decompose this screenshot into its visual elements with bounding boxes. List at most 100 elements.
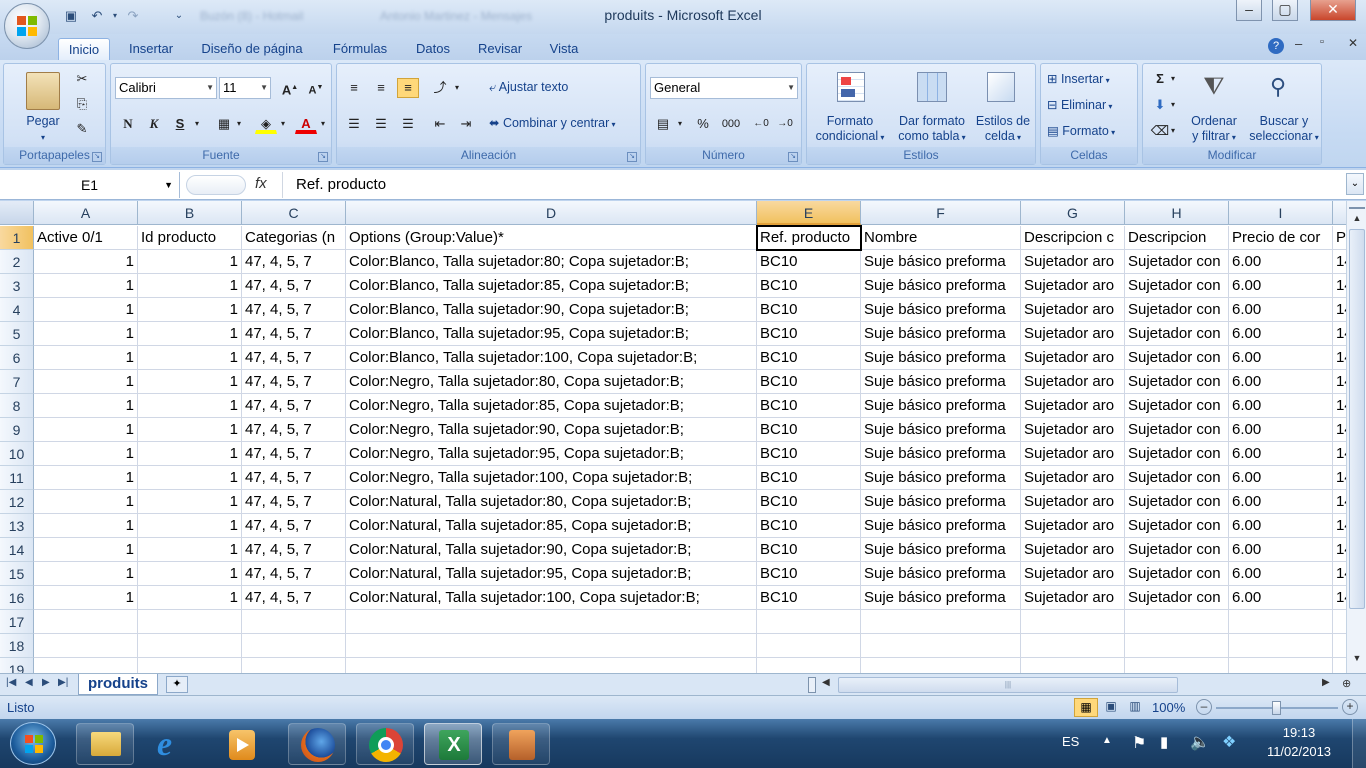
row-header[interactable]: 17 bbox=[0, 610, 34, 634]
empty-cell[interactable] bbox=[757, 634, 861, 658]
close-button[interactable]: ✕ bbox=[1310, 0, 1356, 21]
table-cell[interactable]: 47, 4, 5, 7 bbox=[242, 442, 346, 466]
row-header[interactable]: 19 bbox=[0, 658, 34, 673]
header-cell[interactable]: Nombre bbox=[861, 226, 1021, 250]
resize-corner-icon[interactable]: ⊕ bbox=[1342, 677, 1351, 690]
table-cell[interactable]: Suje básico preforma bbox=[861, 466, 1021, 490]
row-header[interactable]: 3 bbox=[0, 274, 34, 298]
empty-cell[interactable] bbox=[138, 634, 242, 658]
empty-cell[interactable] bbox=[34, 634, 138, 658]
dialog-launcher-icon[interactable]: ↘ bbox=[92, 152, 102, 162]
increase-indent-icon[interactable]: ⇥ bbox=[455, 114, 477, 134]
column-header[interactable]: E bbox=[757, 201, 861, 225]
table-cell[interactable]: Sujetador aro bbox=[1021, 274, 1125, 298]
workbook-close-icon[interactable]: ✕ bbox=[1348, 36, 1358, 50]
table-cell[interactable]: BC10 bbox=[757, 298, 861, 322]
table-cell[interactable]: 47, 4, 5, 7 bbox=[242, 586, 346, 610]
row-header[interactable]: 11 bbox=[0, 466, 34, 490]
table-cell[interactable]: 1 bbox=[34, 370, 138, 394]
scroll-right-icon[interactable]: ▶ bbox=[1322, 677, 1330, 688]
row-header[interactable]: 5 bbox=[0, 322, 34, 346]
table-cell[interactable]: 14 bbox=[1333, 562, 1346, 586]
empty-cell[interactable] bbox=[1229, 610, 1333, 634]
table-cell[interactable]: 1 bbox=[34, 538, 138, 562]
tab-vista[interactable]: Vista bbox=[541, 38, 587, 60]
taskbar-chrome[interactable] bbox=[356, 723, 414, 765]
empty-cell[interactable] bbox=[757, 658, 861, 673]
dialog-launcher-icon[interactable]: ↘ bbox=[788, 152, 798, 162]
table-cell[interactable]: Color:Blanco, Talla sujetador:95, Copa s… bbox=[346, 322, 757, 346]
table-cell[interactable]: 14 bbox=[1333, 586, 1346, 610]
vertical-scroll-thumb[interactable] bbox=[1349, 229, 1365, 609]
align-bottom-icon[interactable]: ≡ bbox=[397, 78, 419, 98]
table-cell[interactable]: 1 bbox=[34, 322, 138, 346]
row-header[interactable]: 1 bbox=[0, 226, 34, 250]
format-as-table-button[interactable]: Dar formato como tabla ▾ bbox=[891, 114, 973, 145]
table-cell[interactable]: Sujetador con bbox=[1125, 442, 1229, 466]
empty-cell[interactable] bbox=[242, 658, 346, 673]
scroll-down-icon[interactable]: ▼ bbox=[1349, 653, 1365, 669]
column-header[interactable]: G bbox=[1021, 201, 1125, 225]
table-cell[interactable]: 1 bbox=[138, 562, 242, 586]
table-cell[interactable]: 6.00 bbox=[1229, 514, 1333, 538]
table-cell[interactable]: Color:Natural, Talla sujetador:90, Copa … bbox=[346, 538, 757, 562]
table-cell[interactable]: Sujetador aro bbox=[1021, 250, 1125, 274]
table-cell[interactable]: 1 bbox=[34, 346, 138, 370]
table-cell[interactable]: 1 bbox=[34, 250, 138, 274]
table-cell[interactable]: 14 bbox=[1333, 394, 1346, 418]
tab-insertar[interactable]: Insertar bbox=[120, 38, 182, 60]
table-cell[interactable]: Suje básico preforma bbox=[861, 562, 1021, 586]
align-top-icon[interactable]: ≡ bbox=[343, 78, 365, 98]
table-cell[interactable]: Sujetador con bbox=[1125, 250, 1229, 274]
table-cell[interactable]: 47, 4, 5, 7 bbox=[242, 274, 346, 298]
table-cell[interactable]: Sujetador con bbox=[1125, 298, 1229, 322]
empty-cell[interactable] bbox=[138, 610, 242, 634]
table-cell[interactable]: 14 bbox=[1333, 274, 1346, 298]
table-cell[interactable]: Sujetador con bbox=[1125, 394, 1229, 418]
empty-cell[interactable] bbox=[346, 634, 757, 658]
table-cell[interactable]: Color:Negro, Talla sujetador:85, Copa su… bbox=[346, 394, 757, 418]
header-cell[interactable]: Descripcion bbox=[1125, 226, 1229, 250]
table-cell[interactable]: 6.00 bbox=[1229, 490, 1333, 514]
empty-cell[interactable] bbox=[861, 634, 1021, 658]
table-cell[interactable]: 6.00 bbox=[1229, 298, 1333, 322]
table-cell[interactable]: 14 bbox=[1333, 298, 1346, 322]
table-cell[interactable]: 6.00 bbox=[1229, 274, 1333, 298]
table-cell[interactable]: Color:Blanco, Talla sujetador:100, Copa … bbox=[346, 346, 757, 370]
number-format-combo[interactable]: General ▼ bbox=[650, 77, 798, 99]
table-cell[interactable]: Suje básico preforma bbox=[861, 514, 1021, 538]
find-select-button[interactable]: Buscar y seleccionar ▾ bbox=[1247, 114, 1321, 145]
table-cell[interactable]: 47, 4, 5, 7 bbox=[242, 490, 346, 514]
table-cell[interactable]: Sujetador aro bbox=[1021, 418, 1125, 442]
column-header[interactable]: B bbox=[138, 201, 242, 225]
table-cell[interactable]: 6.00 bbox=[1229, 586, 1333, 610]
currency-icon[interactable]: ▤ bbox=[652, 114, 674, 134]
next-sheet-icon[interactable]: ▶ bbox=[42, 677, 50, 688]
table-cell[interactable]: Sujetador con bbox=[1125, 562, 1229, 586]
font-color-icon[interactable]: A bbox=[295, 114, 317, 134]
tab-split-handle[interactable] bbox=[808, 677, 816, 693]
table-cell[interactable]: BC10 bbox=[757, 322, 861, 346]
table-cell[interactable]: 1 bbox=[138, 490, 242, 514]
bold-button[interactable]: N bbox=[117, 114, 139, 134]
table-cell[interactable]: BC10 bbox=[757, 586, 861, 610]
table-cell[interactable]: 1 bbox=[34, 490, 138, 514]
table-cell[interactable]: Sujetador con bbox=[1125, 346, 1229, 370]
table-cell[interactable]: 47, 4, 5, 7 bbox=[242, 562, 346, 586]
name-box[interactable]: E1 ▼ bbox=[0, 172, 180, 198]
header-cell[interactable]: Ref. producto bbox=[757, 226, 861, 250]
empty-cell[interactable] bbox=[1021, 634, 1125, 658]
empty-cell[interactable] bbox=[1229, 634, 1333, 658]
volume-icon[interactable]: 🔈 bbox=[1190, 732, 1210, 752]
table-cell[interactable]: 1 bbox=[138, 322, 242, 346]
table-cell[interactable]: 47, 4, 5, 7 bbox=[242, 418, 346, 442]
dialog-launcher-icon[interactable]: ↘ bbox=[627, 152, 637, 162]
split-handle[interactable] bbox=[1349, 201, 1365, 209]
table-cell[interactable]: 1 bbox=[138, 298, 242, 322]
table-cell[interactable]: Sujetador con bbox=[1125, 490, 1229, 514]
table-cell[interactable]: 47, 4, 5, 7 bbox=[242, 346, 346, 370]
table-cell[interactable]: 6.00 bbox=[1229, 346, 1333, 370]
header-cell[interactable]: Descripcion c bbox=[1021, 226, 1125, 250]
shrink-font-icon[interactable]: A▼ bbox=[305, 78, 327, 98]
table-cell[interactable]: 1 bbox=[34, 442, 138, 466]
